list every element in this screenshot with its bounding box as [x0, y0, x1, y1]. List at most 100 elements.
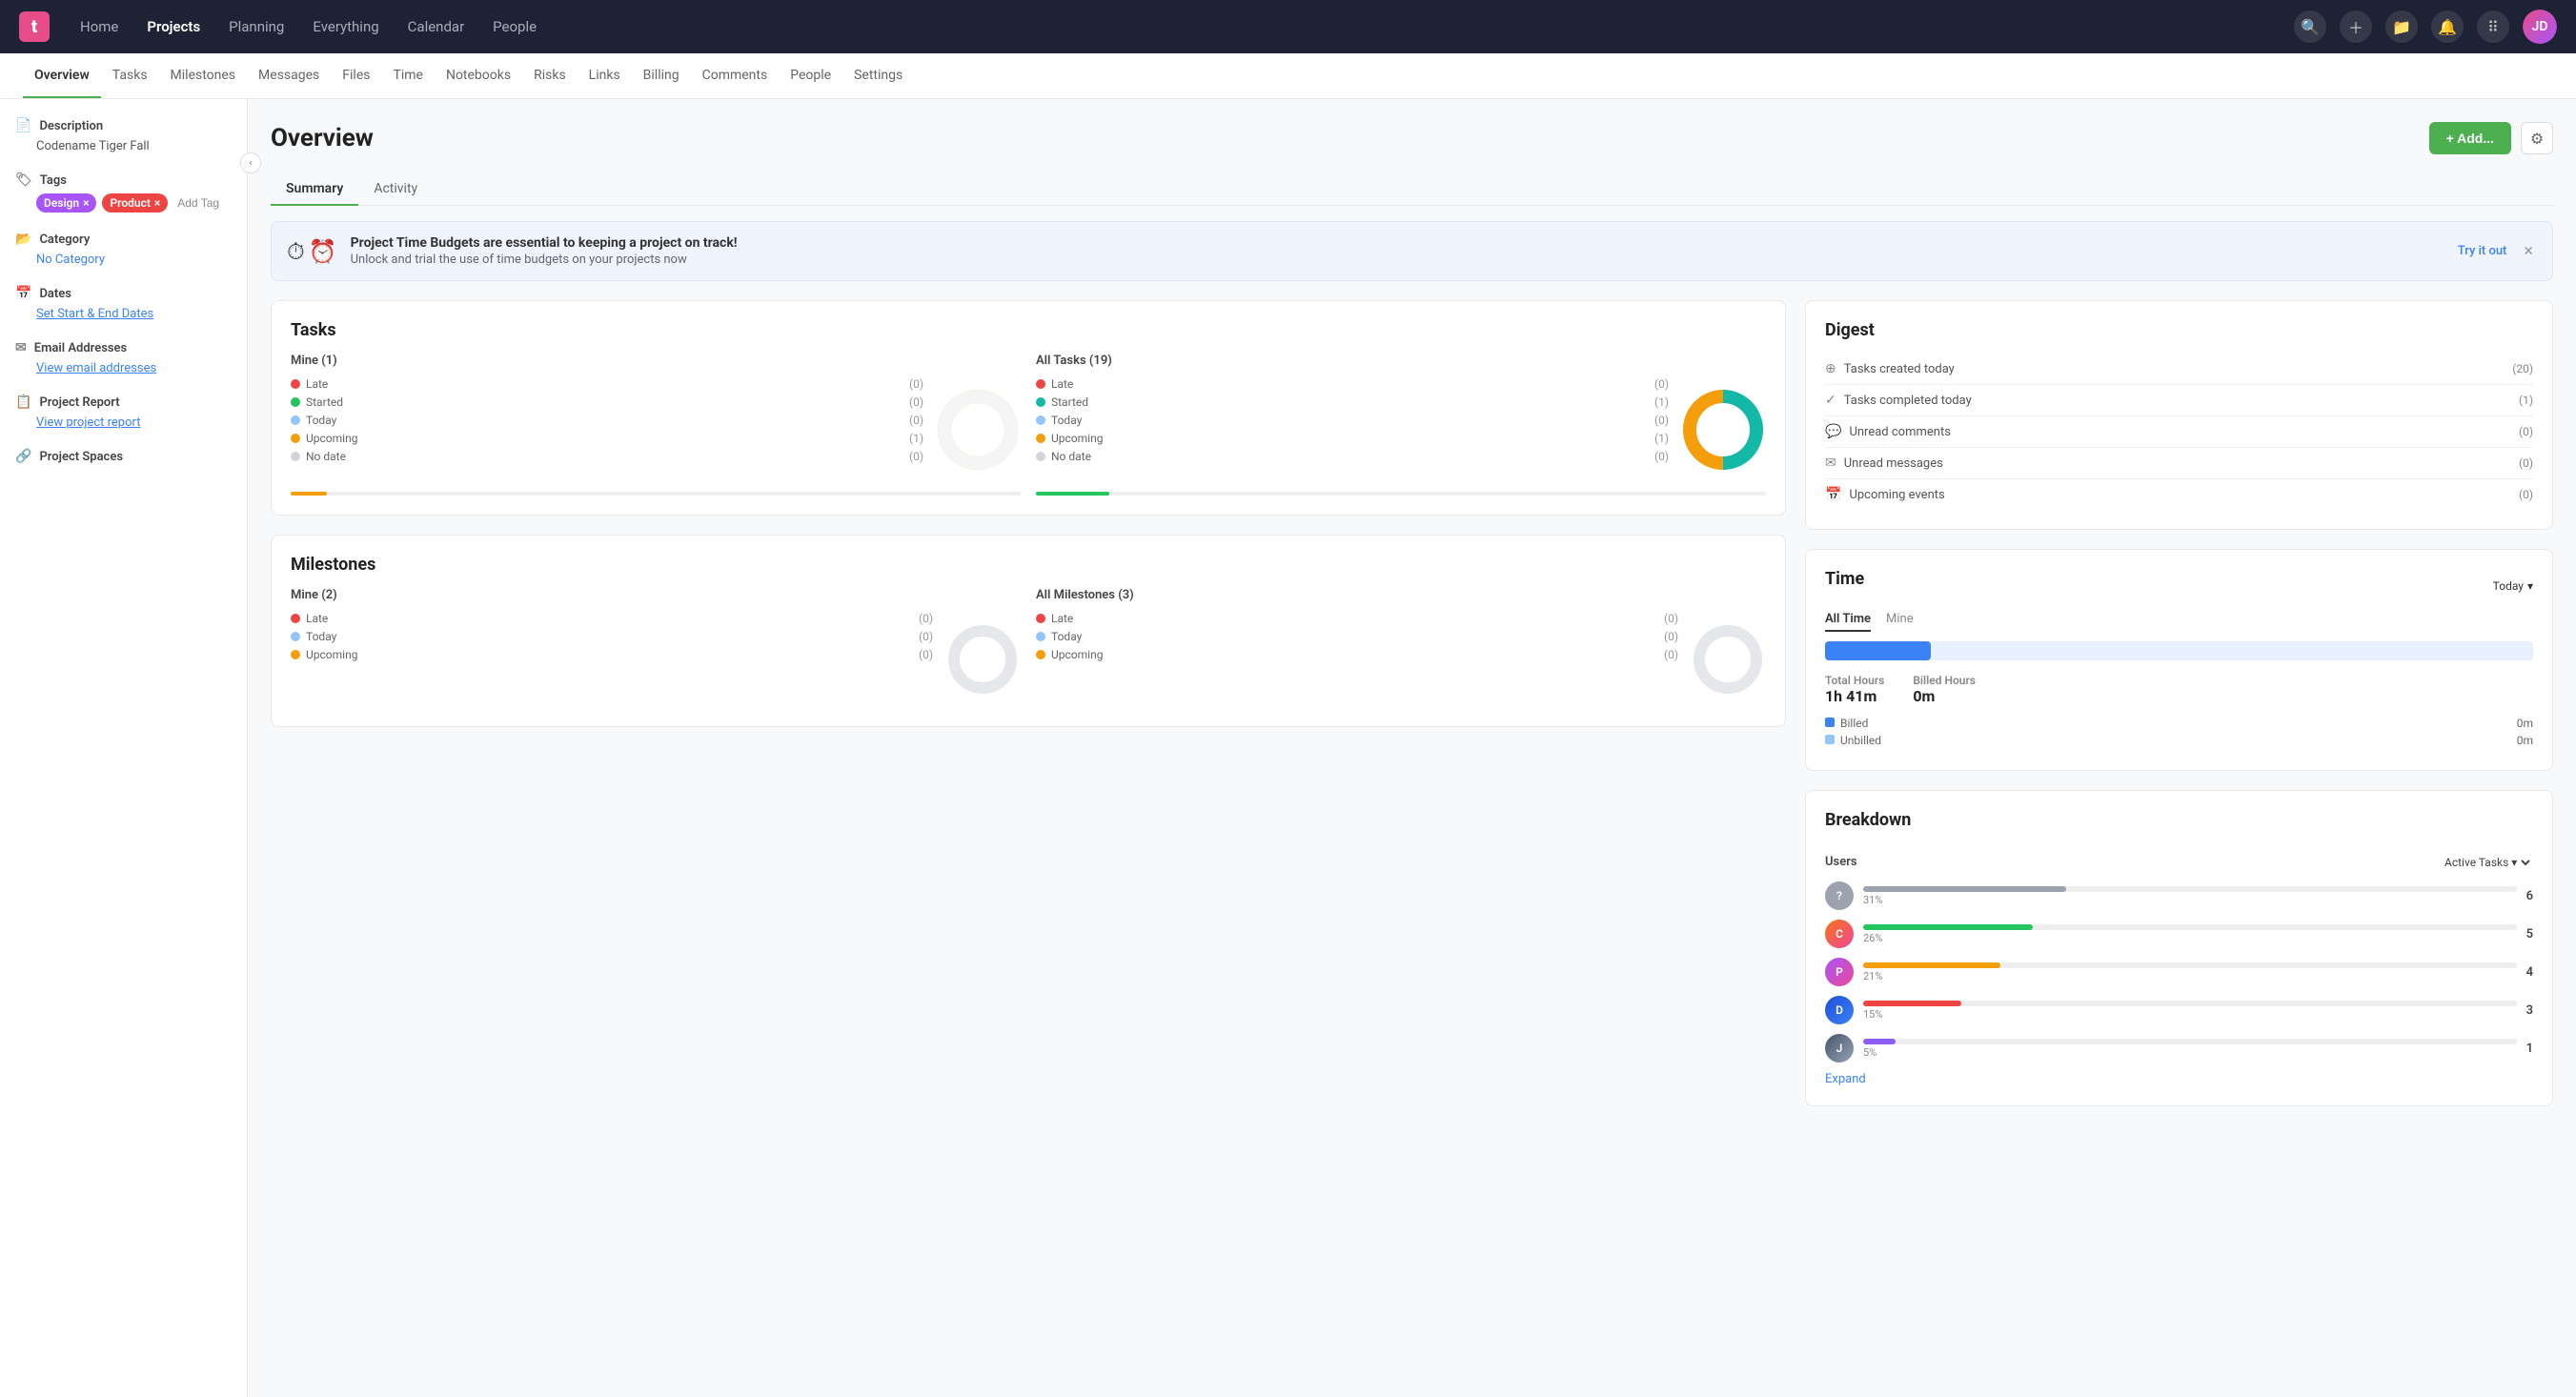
nav-projects[interactable]: Projects — [135, 10, 212, 43]
nav-home[interactable]: Home — [69, 10, 130, 43]
nav-planning[interactable]: Planning — [217, 10, 295, 43]
grid-button[interactable]: ⠿ — [2477, 10, 2509, 43]
search-button[interactable]: 🔍 — [2294, 10, 2326, 43]
time-stats: Total Hours 1h 41m Billed Hours 0m — [1825, 674, 2533, 705]
subnav-time[interactable]: Time — [381, 54, 434, 98]
sidebar-email: ✉ Email Addresses View email addresses — [15, 340, 232, 375]
sidebar-spaces: 🔗 Project Spaces — [15, 449, 232, 464]
mine-ms-upcoming-row: Upcoming (0) — [291, 648, 933, 661]
notifications-button[interactable]: 🔔 — [2431, 10, 2464, 43]
page-title: Overview — [271, 124, 374, 152]
banner-close-button[interactable]: × — [2520, 241, 2537, 261]
all-late-row: Late (0) — [1036, 377, 1669, 391]
tasks-grid: Mine (1) Late (0) Started (0) — [291, 354, 1766, 496]
all-today-row: Today (0) — [1036, 414, 1669, 427]
mine-upcoming-row: Upcoming (1) — [291, 432, 923, 445]
nav-calendar[interactable]: Calendar — [396, 10, 477, 43]
tab-activity[interactable]: Activity — [358, 173, 433, 206]
mine-ms-today-row: Today (0) — [291, 630, 933, 643]
tag-list: Design × Product × Add Tag — [15, 193, 232, 213]
all-tasks-donut — [1680, 387, 1766, 473]
tag-product[interactable]: Product × — [102, 193, 168, 213]
email-label: Email Addresses — [34, 341, 128, 355]
sidebar-collapse-button[interactable]: ‹ — [240, 152, 261, 173]
time-bar — [1825, 641, 2533, 660]
breakdown-jill: J 5% 1 — [1825, 1034, 2533, 1063]
nav-people[interactable]: People — [481, 10, 548, 43]
billed-legend: Billed 0m — [1825, 717, 2533, 730]
diane-avatar: D — [1825, 996, 1854, 1024]
mine-today-row: Today (0) — [291, 414, 923, 427]
nav-actions: 🔍 ＋ 📁 🔔 ⠿ JD — [2294, 10, 2557, 44]
settings-button[interactable]: ⚙ — [2521, 122, 2553, 154]
report-label: Project Report — [39, 395, 119, 410]
all-ms-upcoming-row: Upcoming (0) — [1036, 648, 1678, 661]
view-email-link[interactable]: View email addresses — [15, 361, 232, 375]
main-layout: 📄 Description Codename Tiger Fall 🏷 Tags… — [0, 99, 2576, 1397]
time-card: Time Today ▾ All Time Mine — [1805, 549, 2553, 771]
expand-link[interactable]: Expand — [1825, 1072, 2533, 1086]
milestones-title: Milestones — [291, 555, 1766, 575]
mine-milestones-panel: Mine (2) Late (0) Today (0) — [291, 588, 1021, 707]
tag-design[interactable]: Design × — [36, 193, 96, 213]
view-report-link[interactable]: View project report — [15, 415, 232, 430]
timer-icon: ⏰ — [309, 238, 337, 265]
top-navigation: t Home Projects Planning Everything Cale… — [0, 0, 2576, 53]
jill-avatar: J — [1825, 1034, 1854, 1063]
subnav-links[interactable]: Links — [578, 54, 632, 98]
add-button[interactable]: ＋ — [2340, 10, 2372, 43]
unassigned-avatar: ? — [1825, 881, 1854, 910]
all-ms-late-row: Late (0) — [1036, 612, 1678, 625]
breakdown-princess: P 21% 4 — [1825, 958, 2533, 986]
add-button[interactable]: + Add... — [2429, 122, 2511, 154]
subnav-milestones[interactable]: Milestones — [159, 54, 248, 98]
milestones-grid: Mine (2) Late (0) Today (0) — [291, 588, 1766, 707]
banner-cta[interactable]: Try it out — [2458, 244, 2507, 258]
subnav-files[interactable]: Files — [331, 54, 381, 98]
subnav-billing[interactable]: Billing — [632, 54, 691, 98]
subnav-overview[interactable]: Overview — [23, 54, 101, 98]
total-hours-stat: Total Hours 1h 41m — [1825, 674, 1884, 705]
brand-logo[interactable]: t — [19, 11, 50, 42]
add-tag-button[interactable]: Add Tag — [173, 193, 223, 213]
all-milestones-title: All Milestones (3) — [1036, 588, 1766, 602]
category-value[interactable]: No Category — [15, 253, 232, 267]
completed-icon: ✓ — [1825, 393, 1836, 408]
time-tab-mine[interactable]: Mine — [1886, 612, 1914, 632]
subnav-messages[interactable]: Messages — [247, 54, 331, 98]
subnav-comments[interactable]: Comments — [691, 54, 780, 98]
category-icon: 📂 — [15, 232, 31, 247]
nav-everything[interactable]: Everything — [301, 10, 390, 43]
all-upcoming-row: Upcoming (1) — [1036, 432, 1669, 445]
breakdown-header: Breakdown — [1825, 810, 2533, 843]
breakdown-diane: D 15% 3 — [1825, 996, 2533, 1024]
time-bar-fill — [1825, 641, 1931, 660]
all-milestones-panel: All Milestones (3) Late (0) Today — [1036, 588, 1766, 707]
breakdown-select[interactable]: Active Tasks ▾ — [2441, 855, 2533, 870]
time-budget-banner: ⏱ ⏰ Project Time Budgets are essential t… — [271, 221, 2553, 281]
tag-product-remove-icon[interactable]: × — [154, 196, 160, 210]
tab-summary[interactable]: Summary — [271, 173, 358, 206]
comments-icon: 💬 — [1825, 424, 1841, 439]
dates-label: Dates — [39, 287, 71, 301]
breakdown-unassigned: ? 31% 6 — [1825, 881, 2533, 910]
tasks-title: Tasks — [291, 320, 1766, 340]
digest-card: Digest ⊕Tasks created today (20) ✓Tasks … — [1805, 300, 2553, 530]
today-select[interactable]: Today ▾ — [2493, 579, 2533, 593]
user-avatar[interactable]: JD — [2523, 10, 2557, 44]
mine-tasks-donut — [935, 387, 1021, 473]
folder-button[interactable]: 📁 — [2385, 10, 2418, 43]
subnav-tasks[interactable]: Tasks — [101, 54, 159, 98]
princess-avatar: P — [1825, 958, 1854, 986]
header-actions: + Add... ⚙ — [2429, 122, 2553, 154]
banner-subtitle: Unlock and trial the use of time budgets… — [351, 253, 2444, 267]
time-tab-alltime[interactable]: All Time — [1825, 612, 1871, 632]
tag-design-remove-icon[interactable]: × — [83, 196, 89, 210]
cuddly-avatar: C — [1825, 920, 1854, 948]
subnav-notebooks[interactable]: Notebooks — [435, 54, 522, 98]
time-title: Time — [1825, 569, 1864, 589]
subnav-risks[interactable]: Risks — [522, 54, 578, 98]
subnav-settings[interactable]: Settings — [842, 54, 914, 98]
set-dates-link[interactable]: Set Start & End Dates — [15, 307, 232, 321]
subnav-people[interactable]: People — [779, 54, 842, 98]
